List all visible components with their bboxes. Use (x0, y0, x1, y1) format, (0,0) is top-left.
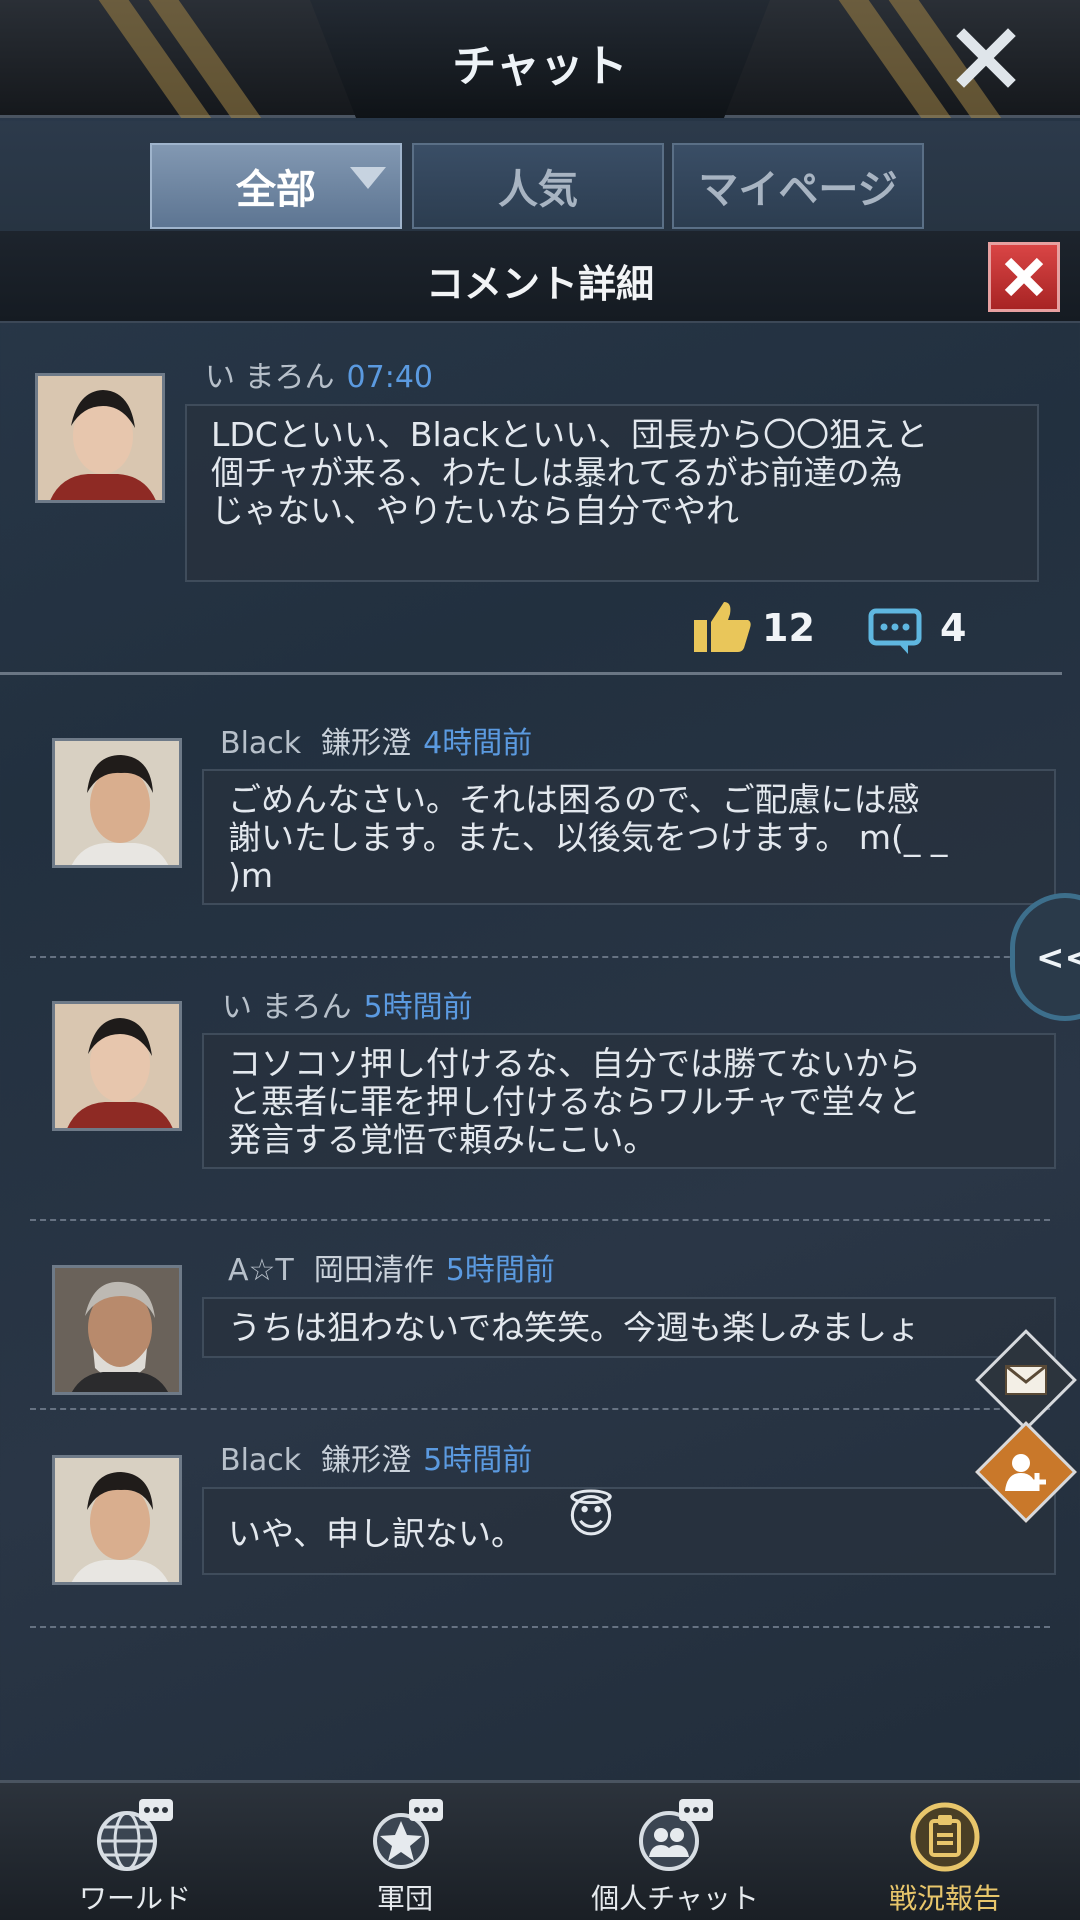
comment-count: 4 (940, 606, 967, 650)
tab-mypage-label: マイページ (698, 167, 898, 213)
star-emblem-icon (373, 1799, 443, 1869)
message-line: うちは狙わないでね笑笑。今週も楽しみましょ (228, 1308, 921, 1347)
message-line: 発言する覚悟で頼みにこい。 (228, 1120, 657, 1159)
reply-message: ごめんなさい。それは困るので、ご配慮には感 謝いたします。また、以後気をつけます… (202, 769, 1056, 905)
chevron-down-icon (350, 167, 386, 189)
author-name[interactable]: Black (220, 726, 301, 761)
author-subname: 鎌形澄 (321, 726, 412, 761)
nav-battle-report[interactable]: 戦況報告 (810, 1783, 1080, 1920)
author-name[interactable]: Black (220, 1443, 301, 1478)
tab-mypage[interactable]: マイページ (672, 143, 924, 229)
message-line: じゃない、やりたいなら自分でやれ (211, 491, 739, 530)
divider (30, 956, 1050, 958)
comment-button[interactable] (868, 608, 922, 660)
message-line: コソコソ押し付けるな、自分では勝てないから (228, 1044, 921, 1083)
comment-detail-bar: コメント詳細 (0, 231, 1080, 323)
comment-bubble-icon (868, 608, 922, 654)
like-count: 12 (762, 606, 815, 650)
reply-message: うちは狙わないでね笑笑。今週も楽しみましょ (202, 1297, 1056, 1358)
message-line: と悪者に罪を押し付けるならワルチャで堂々と (228, 1082, 921, 1121)
reply-meta: Black 鎌形澄 5時間前 (220, 1435, 532, 1479)
top-header: チャット (0, 0, 1080, 118)
message-line: いや、申し訳ない。 (228, 1514, 525, 1553)
smiling-face-with-halo-icon: 😇 (567, 1489, 615, 1543)
divider (30, 1408, 1050, 1410)
divider (30, 1219, 1050, 1221)
close-icon (956, 28, 1016, 88)
timestamp: 5時間前 (423, 1443, 533, 1478)
divider (0, 672, 1062, 675)
nav-battle-report-label: 戦況報告 (888, 1882, 1001, 1915)
message-line: 個チャが来る、わたしは暴れてるがお前達の為 (211, 453, 903, 492)
nav-world[interactable]: ワールド (0, 1783, 270, 1920)
thumbs-up-icon (694, 602, 751, 652)
post-meta: い まろん 07:40 (205, 352, 433, 396)
tab-popular[interactable]: 人気 (412, 143, 664, 229)
reply-meta: Black 鎌形澄 4時間前 (220, 718, 532, 762)
avatar-male-portrait (55, 1458, 179, 1582)
avatar-female-portrait (38, 376, 162, 500)
message-line: ごめんなさい。それは困るので、ご配慮には感 (228, 780, 920, 819)
like-button[interactable] (694, 600, 752, 656)
envelope-icon (990, 1344, 1062, 1416)
nav-private-chat[interactable]: 個人チャット (540, 1783, 810, 1920)
globe-chat-icon (97, 1799, 173, 1871)
message-line: LDCといい、Blackといい、団長から〇〇狙えと (211, 415, 929, 454)
author-name[interactable]: A☆T (228, 1253, 294, 1288)
avatar-male-portrait (55, 741, 179, 865)
nav-world-label: ワールド (78, 1882, 191, 1915)
close-detail-button[interactable] (988, 242, 1060, 312)
message-line: )m (228, 856, 274, 895)
reply-meta: い まろん 5時間前 (222, 982, 473, 1026)
filter-tabs: 全部 人気 マイページ (0, 121, 1080, 231)
timestamp: 5時間前 (445, 1253, 555, 1288)
reply-message: コソコソ押し付けるな、自分では勝てないから と悪者に罪を押し付けるならワルチャで… (202, 1033, 1056, 1169)
author-subname: 岡田清作 (313, 1253, 434, 1288)
bottom-nav: ワールド 軍団 個人チャット 戦況報告 (0, 1780, 1080, 1920)
chevron-double-left-icon: << (1036, 938, 1080, 978)
close-chat-button[interactable] (950, 22, 1022, 94)
reply-meta: A☆T 岡田清作 5時間前 (228, 1245, 555, 1289)
timestamp: 4時間前 (423, 726, 533, 761)
tab-all-label: 全部 (236, 167, 316, 213)
page-title: チャット (452, 41, 628, 92)
nav-private-chat-label: 個人チャット (591, 1882, 759, 1915)
avatar-old-man-portrait (55, 1268, 179, 1392)
author-name[interactable]: い まろん (205, 360, 335, 395)
divider (30, 1626, 1050, 1628)
add-friend-icon (990, 1436, 1062, 1508)
post-message: LDCといい、Blackといい、団長から〇〇狙えと 個チャが来る、わたしは暴れて… (185, 404, 1039, 582)
avatar[interactable] (52, 738, 182, 868)
nav-legion[interactable]: 軍団 (270, 1783, 540, 1920)
avatar[interactable] (52, 1455, 182, 1585)
nav-legion-label: 軍団 (376, 1882, 433, 1915)
timestamp: 07:40 (346, 360, 434, 395)
avatar[interactable] (35, 373, 165, 503)
people-chat-icon (639, 1799, 713, 1871)
avatar[interactable] (52, 1265, 182, 1395)
close-icon (1004, 257, 1044, 297)
author-name[interactable]: い まろん (222, 990, 352, 1025)
report-icon (910, 1802, 980, 1872)
avatar-female-portrait (55, 1004, 179, 1128)
author-subname: 鎌形澄 (321, 1443, 412, 1478)
avatar[interactable] (52, 1001, 182, 1131)
reply-message: いや、申し訳ない。 😇 (202, 1487, 1056, 1575)
tab-popular-label: 人気 (498, 167, 578, 213)
message-line: 謝いたします。また、以後気をつけます。 m(_ _ (228, 818, 948, 857)
comment-detail-title: コメント詳細 (425, 262, 654, 306)
timestamp: 5時間前 (363, 990, 473, 1025)
tab-all[interactable]: 全部 (150, 143, 402, 229)
